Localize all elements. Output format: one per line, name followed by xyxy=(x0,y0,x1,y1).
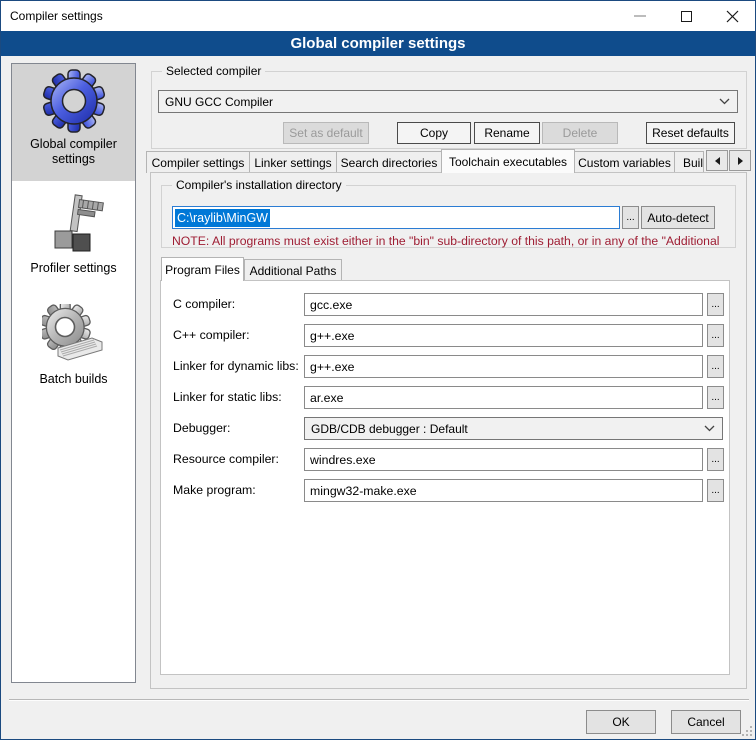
selected-compiler-legend: Selected compiler xyxy=(162,64,265,78)
close-button[interactable] xyxy=(709,1,755,31)
cancel-button[interactable]: Cancel xyxy=(671,710,741,734)
installation-directory-value: C:\raylib\MinGW xyxy=(175,209,270,227)
make-program-label: Make program: xyxy=(173,483,301,497)
linker-static-input[interactable] xyxy=(304,386,703,409)
c-compiler-browse-button[interactable]: ... xyxy=(707,293,724,316)
settings-category-list: Global compiler settings Profiler settin… xyxy=(11,63,136,683)
installation-directory-input[interactable]: C:\raylib\MinGW xyxy=(172,206,620,229)
maximize-button[interactable] xyxy=(663,1,709,31)
titlebar: Compiler settings xyxy=(1,1,755,31)
c-compiler-label: C compiler: xyxy=(173,297,301,311)
tab-compiler-settings[interactable]: Compiler settings xyxy=(146,151,250,173)
selected-compiler-dropdown[interactable]: GNU GCC Compiler xyxy=(158,90,738,113)
sidebar-item-label: Global compiler settings xyxy=(12,137,135,167)
tab-custom-variables[interactable]: Custom variables xyxy=(574,151,675,173)
scroll-right-icon xyxy=(738,157,743,165)
sidebar-item-label: Batch builds xyxy=(35,372,111,387)
linker-dynamic-label: Linker for dynamic libs: xyxy=(173,359,301,373)
make-program-browse-button[interactable]: ... xyxy=(707,479,724,502)
debugger-value: GDB/CDB debugger : Default xyxy=(305,422,704,436)
copy-button[interactable]: Copy xyxy=(397,122,471,144)
debugger-label: Debugger: xyxy=(173,421,301,435)
resize-grip[interactable] xyxy=(740,724,753,737)
tab-build-options-truncated[interactable]: Build xyxy=(674,151,704,173)
window-title: Compiler settings xyxy=(10,1,103,31)
tab-scroll-left-button[interactable] xyxy=(706,150,728,171)
sidebar-item-global-compiler-settings[interactable]: Global compiler settings xyxy=(12,64,135,181)
gear-stack-icon xyxy=(42,304,106,368)
scroll-left-icon xyxy=(715,157,720,165)
subtab-program-files[interactable]: Program Files xyxy=(161,257,244,281)
auto-detect-button[interactable]: Auto-detect xyxy=(641,206,715,229)
tab-search-directories[interactable]: Search directories xyxy=(336,151,442,173)
caliper-icon xyxy=(42,193,106,257)
delete-button: Delete xyxy=(542,122,618,144)
gear-blue-icon xyxy=(42,69,106,133)
c-compiler-input[interactable] xyxy=(304,293,703,316)
sidebar-item-label: Profiler settings xyxy=(26,261,120,276)
reset-defaults-button[interactable]: Reset defaults xyxy=(646,122,735,144)
cpp-compiler-browse-button[interactable]: ... xyxy=(707,324,724,347)
linker-static-label: Linker for static libs: xyxy=(173,390,301,404)
minimize-icon xyxy=(634,15,646,17)
linker-dynamic-browse-button[interactable]: ... xyxy=(707,355,724,378)
page-title: Global compiler settings xyxy=(1,31,755,56)
ok-button[interactable]: OK xyxy=(586,710,656,734)
resource-compiler-browse-button[interactable]: ... xyxy=(707,448,724,471)
bin-subdirectory-note: NOTE: All programs must exist either in … xyxy=(172,234,733,249)
rename-button[interactable]: Rename xyxy=(474,122,540,144)
resource-compiler-label: Resource compiler: xyxy=(173,452,301,466)
compiler-settings-dialog: Compiler settings Global compiler settin… xyxy=(0,0,756,740)
linker-dynamic-input[interactable] xyxy=(304,355,703,378)
sidebar-item-batch-builds[interactable]: Batch builds xyxy=(12,304,135,387)
cpp-compiler-input[interactable] xyxy=(304,324,703,347)
maximize-icon xyxy=(681,11,692,22)
close-icon xyxy=(726,10,739,23)
chevron-down-icon xyxy=(719,98,730,105)
set-as-default-button: Set as default xyxy=(283,122,369,144)
resource-compiler-input[interactable] xyxy=(304,448,703,471)
footer-divider xyxy=(9,699,749,701)
tab-scroll-right-button[interactable] xyxy=(729,150,751,171)
tab-linker-settings[interactable]: Linker settings xyxy=(249,151,337,173)
installation-directory-browse-button[interactable]: ... xyxy=(622,206,639,229)
chevron-down-icon xyxy=(704,425,715,432)
linker-static-browse-button[interactable]: ... xyxy=(707,386,724,409)
selected-compiler-value: GNU GCC Compiler xyxy=(159,95,719,109)
cpp-compiler-label: C++ compiler: xyxy=(173,328,301,342)
installation-directory-legend: Compiler's installation directory xyxy=(172,178,346,192)
subtab-additional-paths[interactable]: Additional Paths xyxy=(244,259,342,281)
minimize-button xyxy=(617,1,663,31)
tab-toolchain-executables[interactable]: Toolchain executables xyxy=(441,149,575,173)
debugger-dropdown[interactable]: GDB/CDB debugger : Default xyxy=(304,417,723,440)
sidebar-item-profiler-settings[interactable]: Profiler settings xyxy=(12,193,135,276)
make-program-input[interactable] xyxy=(304,479,703,502)
